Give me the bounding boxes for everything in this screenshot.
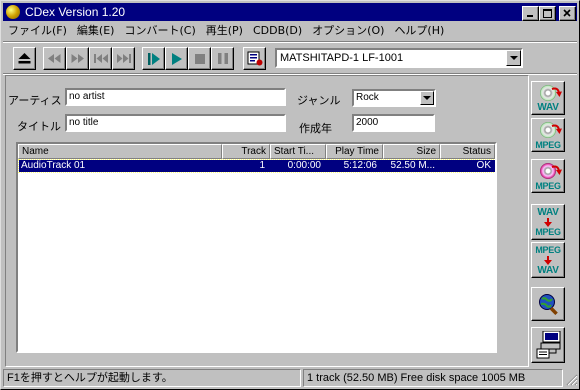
title-bar: CDex Version 1.20: [3, 3, 577, 21]
main-window: CDex Version 1.20 ファイル(F) 編集(E) コンバート(C) 再生…: [0, 0, 580, 390]
column-header-size[interactable]: Size: [383, 144, 440, 159]
pause-button[interactable]: [211, 47, 234, 70]
column-header-start-time[interactable]: Start Ti...: [270, 144, 326, 159]
skip-back-icon: [93, 54, 108, 63]
skip-forward-button[interactable]: [112, 47, 135, 70]
maximize-button[interactable]: [539, 6, 556, 21]
chevron-down-icon: [423, 96, 431, 100]
menu-options[interactable]: オプション(O): [307, 22, 389, 40]
table-row[interactable]: AudioTrack 01 1 0:00:00 5:12:06 52.50 M.…: [18, 159, 495, 173]
pause-icon: [217, 53, 228, 64]
genre-dropdown-button[interactable]: [420, 91, 434, 105]
play-icon: [171, 52, 182, 65]
arrow-down-icon: [544, 218, 552, 227]
play-pause-icon: [147, 52, 160, 65]
minimize-button[interactable]: [522, 6, 539, 21]
column-header-track[interactable]: Track: [222, 144, 270, 159]
next-track-button[interactable]: [66, 47, 89, 70]
mpeg-to-wav-button[interactable]: MPEG WAV: [531, 242, 565, 278]
track-status-cell: OK: [476, 160, 491, 171]
computer-icon: [536, 331, 561, 359]
track-name-cell: AudioTrack 01: [21, 160, 86, 171]
rip-to-wav-button[interactable]: WAV: [531, 81, 565, 115]
menu-cddb[interactable]: CDDB(D): [248, 22, 307, 40]
remote-cddb-button[interactable]: [531, 327, 565, 363]
track-size-cell: 52.50 M...: [390, 160, 435, 171]
toolbar: MATSHITAPD-1 LF-1001: [3, 43, 577, 73]
mpeg-label: MPEG: [535, 181, 561, 191]
mpeg-label: MPEG: [535, 140, 561, 150]
rip-partial-mpeg-button[interactable]: MPEG: [531, 159, 565, 193]
menu-convert[interactable]: コンバート(C): [119, 22, 200, 40]
menu-edit[interactable]: 編集(E): [72, 22, 120, 40]
mpeg-label: MPEG: [535, 227, 561, 237]
title-label: タイトル: [17, 121, 61, 133]
play-button[interactable]: [142, 47, 165, 70]
menu-file[interactable]: ファイル(F): [3, 22, 72, 40]
mpeg-label: MPEG: [535, 245, 561, 255]
wav-label: WAV: [537, 102, 559, 113]
window-title: CDex Version 1.20: [25, 5, 126, 19]
cd-info-button[interactable]: [243, 47, 266, 70]
previous-track-button[interactable]: [43, 47, 66, 70]
chevron-down-icon: [509, 56, 518, 60]
drive-dropdown-button[interactable]: [506, 50, 521, 66]
skip-forward-icon: [116, 54, 131, 63]
genre-label: ジャンル: [297, 95, 341, 107]
arrow-icon: [551, 87, 562, 97]
eject-button[interactable]: [13, 47, 36, 70]
column-header-name[interactable]: Name: [18, 144, 222, 159]
cdex-app-icon: [6, 5, 20, 19]
wav-label: WAV: [537, 265, 559, 276]
track-number-cell: 1: [259, 160, 265, 171]
artist-label: アーティスト: [8, 95, 73, 107]
cd-info-icon: [247, 51, 262, 66]
play-track-button[interactable]: [165, 47, 188, 70]
arrow-down-icon: [544, 256, 552, 265]
menu-bar: ファイル(F) 編集(E) コンバート(C) 再生(P) CDDB(D) オプション(O)…: [3, 22, 577, 40]
title-field[interactable]: no title: [65, 114, 286, 132]
close-button[interactable]: [559, 6, 576, 21]
cddb-search-button[interactable]: [531, 287, 565, 321]
year-label: 作成年: [299, 123, 332, 135]
track-start-cell: 0:00:00: [287, 160, 321, 171]
status-help-text: F1を押すとヘルプが起動します。: [3, 369, 301, 387]
wav-label: WAV: [537, 207, 559, 218]
globe-search-icon: [539, 294, 558, 315]
stop-button[interactable]: [188, 47, 211, 70]
status-disk-info: 1 track (52.50 MB) Free disk space 1005 …: [303, 369, 563, 387]
menu-play[interactable]: 再生(P): [201, 22, 248, 40]
year-field[interactable]: 2000: [352, 114, 435, 132]
track-list[interactable]: Name Track Start Ti... Play Time Size St…: [16, 142, 497, 353]
column-header-status[interactable]: Status: [440, 144, 495, 159]
resize-grip-icon[interactable]: [564, 372, 578, 386]
stop-icon: [194, 53, 205, 64]
genre-select-value: Rock: [356, 92, 379, 103]
arrow-icon: [551, 124, 562, 134]
eject-icon: [18, 53, 31, 64]
fast-forward-icon: [71, 54, 84, 63]
minimize-icon: [527, 15, 533, 17]
rip-to-mpeg-button[interactable]: MPEG: [531, 118, 565, 152]
track-playtime-cell: 5:12:06: [343, 160, 377, 171]
drive-select-value: MATSHITAPD-1 LF-1001: [280, 52, 404, 64]
artist-field[interactable]: no artist: [65, 88, 286, 106]
arrow-icon: [551, 165, 562, 175]
skip-back-button[interactable]: [89, 47, 112, 70]
genre-select[interactable]: Rock: [352, 89, 436, 107]
menu-help[interactable]: ヘルプ(H): [389, 22, 449, 40]
column-header-play-time[interactable]: Play Time: [326, 144, 383, 159]
wav-to-mpeg-button[interactable]: WAV MPEG: [531, 204, 565, 240]
drive-select[interactable]: MATSHITAPD-1 LF-1001: [275, 48, 523, 68]
maximize-icon: [543, 9, 552, 18]
rewind-icon: [48, 54, 61, 63]
close-icon: [563, 9, 571, 17]
